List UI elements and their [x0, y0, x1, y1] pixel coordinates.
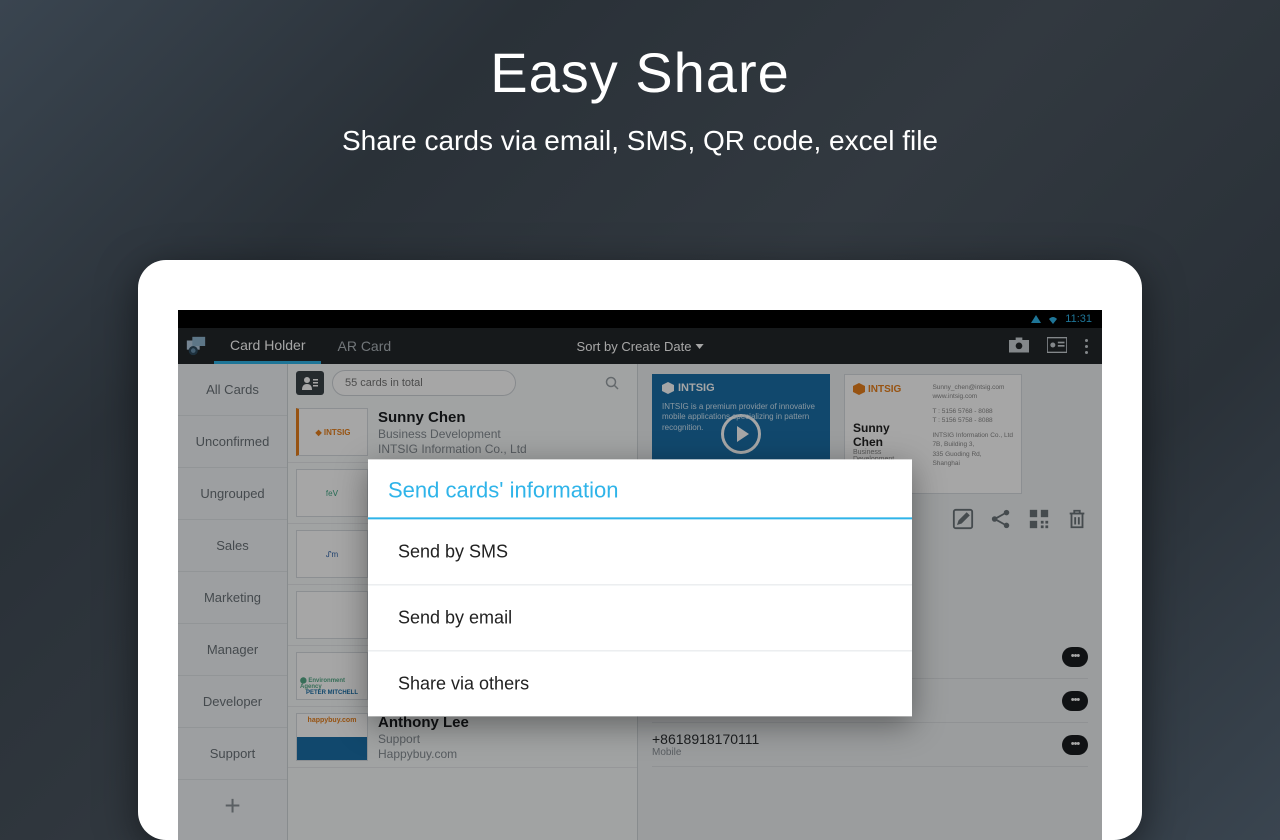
option-share-others[interactable]: Share via others	[368, 651, 912, 716]
tablet-frame: 11:31 Card Holder AR Card Sort by Create…	[138, 260, 1142, 840]
option-send-sms[interactable]: Send by SMS	[368, 519, 912, 585]
hero-subtitle: Share cards via email, SMS, QR code, exc…	[0, 125, 1280, 157]
app-screen: 11:31 Card Holder AR Card Sort by Create…	[178, 310, 1102, 840]
option-send-email[interactable]: Send by email	[368, 585, 912, 651]
hero-title: Easy Share	[0, 40, 1280, 105]
dialog-title: Send cards' information	[368, 459, 912, 519]
share-dialog: Send cards' information Send by SMS Send…	[368, 459, 912, 716]
